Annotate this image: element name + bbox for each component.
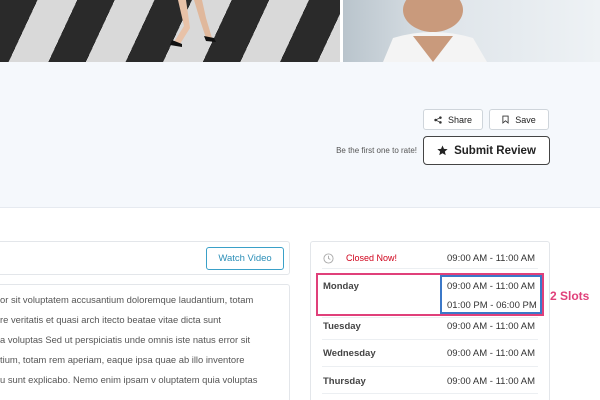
hours-divider <box>322 268 538 269</box>
status-hours: 09:00 AM - 11:00 AM <box>447 253 536 264</box>
description-line: or sit voluptatem accusantium doloremque… <box>0 294 254 305</box>
tuesday-slot-1: 09:00 AM - 11:00 AM <box>447 321 536 332</box>
share-icon <box>434 115 442 124</box>
save-button[interactable]: Save <box>489 109 549 130</box>
day-thursday: Thursday <box>323 376 366 387</box>
hours-divider <box>322 317 538 318</box>
hero-image-crosswalk[interactable] <box>0 0 340 62</box>
person-graphic <box>383 0 487 62</box>
hero-gallery <box>0 0 600 62</box>
hours-divider <box>322 393 538 394</box>
rating-prompt: Be the first one to rate! <box>336 146 417 155</box>
description-line: tium, totam rem aperiam, eaque ipsa quae… <box>0 354 245 365</box>
star-icon <box>437 145 448 156</box>
description-line: re veritatis et quasi arch itecto beatae… <box>0 314 221 325</box>
day-tuesday: Tuesday <box>323 321 361 332</box>
slots-annotation-label: 2 Slots <box>550 289 590 303</box>
bookmark-icon <box>502 115 509 124</box>
description-line: a voluptas Sed ut perspiciatis unde omni… <box>0 334 251 345</box>
thursday-slot-1: 09:00 AM - 11:00 AM <box>447 376 536 387</box>
listing-header-band <box>0 62 600 208</box>
description-line: u sunt explicabo. Nemo enim ipsam v olup… <box>0 374 258 385</box>
hero-image-person[interactable] <box>343 0 600 62</box>
submit-review-label: Submit Review <box>454 144 536 157</box>
share-label: Share <box>447 114 473 125</box>
day-wednesday: Wednesday <box>323 348 376 359</box>
wednesday-slot-1: 09:00 AM - 11:00 AM <box>447 348 536 359</box>
clock-icon <box>323 253 334 264</box>
walking-legs-graphic <box>170 0 216 47</box>
watch-video-button[interactable]: Watch Video <box>206 247 284 270</box>
slots-highlight-box <box>440 275 542 314</box>
open-status: Closed Now! <box>346 253 398 263</box>
save-label: Save <box>515 114 536 125</box>
hours-divider <box>322 366 538 367</box>
hours-divider <box>322 339 538 340</box>
share-button[interactable]: Share <box>423 109 483 130</box>
submit-review-button[interactable]: Submit Review <box>423 136 550 165</box>
